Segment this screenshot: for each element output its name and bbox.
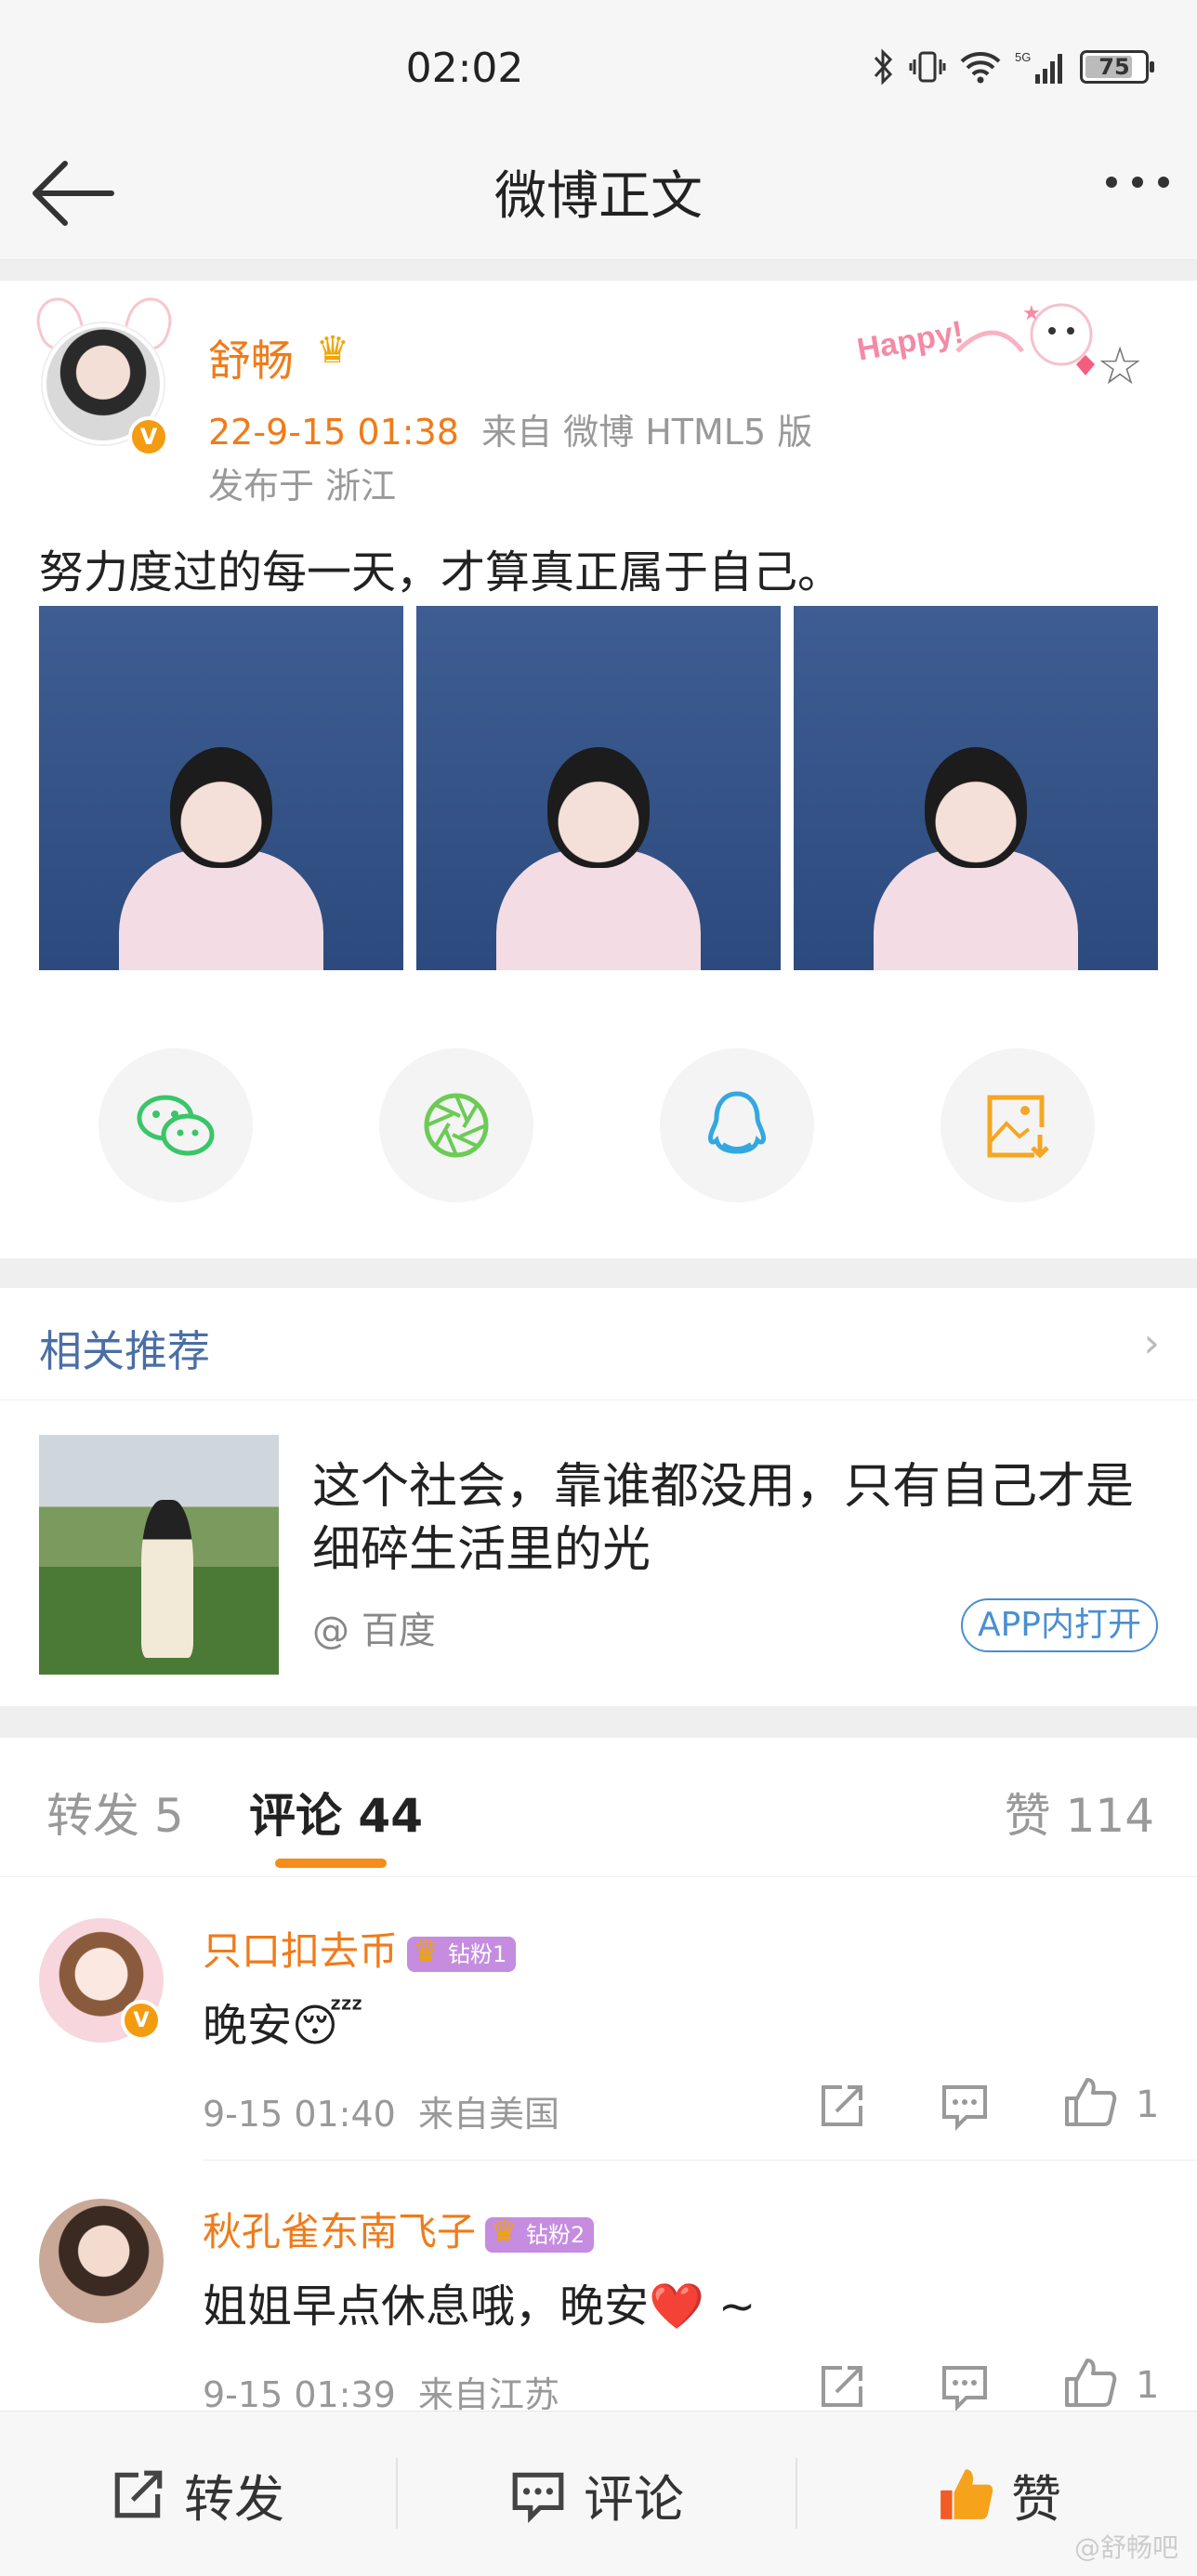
bottom-action-bar: 转发 评论 赞 [0, 2411, 1197, 2576]
like-comment-icon[interactable] [1061, 2074, 1117, 2130]
comment-button[interactable]: 评论 [509, 2412, 684, 2576]
post-photo[interactable] [416, 606, 781, 970]
watermark: @舒畅吧 [1073, 2532, 1178, 2563]
favorite-star-icon[interactable]: ☆ [1097, 336, 1143, 397]
related-thumbnail[interactable] [39, 1435, 279, 1675]
comment-text: 晚安😴 [203, 2000, 363, 2052]
post-photo[interactable] [39, 606, 403, 970]
tab-repost[interactable]: 转发 5 [46, 1779, 184, 1846]
repost-button[interactable]: 转发 [110, 2412, 284, 2576]
comment-icon [512, 2472, 564, 2523]
qq-icon [708, 1091, 766, 1154]
svg-text:5G: 5G [1015, 50, 1031, 64]
page-title: 微博正文 [494, 166, 703, 227]
related-text[interactable]: 这个社会，靠谁都没用，只有自己才是细碎生活里的光 [312, 1455, 1158, 1582]
chevron-right-icon[interactable]: › [1143, 1320, 1160, 1367]
save-image-icon [987, 1095, 1049, 1159]
thumbs-up-icon [940, 2469, 993, 2519]
vip-crown-icon: ♛ [316, 329, 349, 372]
comment-like-count: 1 [1136, 2083, 1160, 2126]
comment-like-count: 1 [1136, 2364, 1160, 2407]
comment-text: 姐姐早点休息哦，晚安❤️ ~ [203, 2280, 756, 2333]
reply-comment-icon[interactable] [937, 2359, 993, 2414]
battery-icon: 75 [1080, 50, 1154, 84]
status-bar: 02:02 5G 75 [0, 0, 1197, 139]
repost-icon [114, 2470, 163, 2518]
comment-label: 评论 [584, 2469, 684, 2529]
share-moments-button[interactable] [379, 1048, 533, 1203]
repost-comment-icon[interactable] [814, 2359, 870, 2414]
nav-bar: 微博正文 [0, 139, 1197, 260]
section-divider [0, 260, 1197, 281]
section-divider [0, 1258, 1197, 1288]
svg-text:Happy!: Happy! [855, 314, 966, 367]
post-meta: 22-9-15 01:38 来自 微博 HTML5 版 [208, 403, 812, 454]
vibrate-icon [909, 51, 946, 83]
fan-badge: 钻粉2 [485, 2214, 595, 2253]
comment-meta: 9-15 01:39 来自江苏 [203, 2374, 560, 2415]
verified-badge-icon: V [121, 2000, 162, 2041]
bluetooth-icon [874, 48, 893, 85]
verified-badge-icon: V [128, 416, 169, 457]
save-image-button[interactable] [940, 1048, 1095, 1203]
post-location: 发布于 浙江 [208, 466, 397, 506]
divider [396, 2458, 398, 2529]
status-time: 02:02 [405, 45, 524, 92]
status-icons: 5G 75 [872, 48, 1154, 85]
tab-comment[interactable]: 评论 44 [249, 1779, 423, 1846]
active-tab-indicator [275, 1859, 387, 1868]
comment-meta: 9-15 01:40 来自美国 [203, 2094, 560, 2135]
commenter-name[interactable]: 只口扣去币钻粉1 [203, 1920, 517, 1977]
commenter-avatar[interactable] [39, 2199, 164, 2323]
screen: 02:02 5G 75 微博正文 V 舒畅 ♛ 22-9-15 01:38 来自… [0, 0, 1197, 2576]
author-name[interactable]: 舒畅 [208, 327, 294, 388]
divider [203, 2160, 1197, 2161]
fan-badge: 钻粉1 [407, 1933, 517, 1972]
post-photo[interactable] [794, 606, 1158, 970]
more-options-icon[interactable] [1106, 177, 1169, 188]
happy-sticker-icon: Happy! ★ [855, 302, 1095, 375]
commenter-name[interactable]: 秋孔雀东南飞子钻粉2 [203, 2201, 595, 2257]
tab-like[interactable]: 赞 114 [1005, 1779, 1154, 1846]
post-content: 努力度过的每一天，才算真正属于自己。 [39, 546, 843, 598]
wifi-icon [960, 52, 1001, 84]
signal-icon: 5G [1015, 50, 1062, 84]
wechat-icon [137, 1095, 215, 1156]
share-qq-button[interactable] [660, 1048, 814, 1203]
reply-comment-icon[interactable] [937, 2078, 993, 2134]
share-wechat-button[interactable] [99, 1048, 253, 1203]
interaction-tabs: 转发 5 评论 44 赞 114 [0, 1738, 1197, 1877]
svg-text:★: ★ [1022, 302, 1041, 325]
divider [796, 2458, 797, 2529]
related-source: @ 百度 [312, 1610, 436, 1652]
author-avatar[interactable]: V [30, 291, 178, 457]
like-label: 赞 [1011, 2469, 1061, 2529]
like-comment-icon[interactable] [1061, 2355, 1117, 2411]
post-time: 22-9-15 01:38 [208, 412, 459, 453]
repost-comment-icon[interactable] [814, 2078, 870, 2134]
open-in-app-button[interactable]: APP内打开 [960, 1598, 1158, 1652]
repost-label: 转发 [184, 2469, 284, 2529]
related-title: 相关推荐 [39, 1326, 210, 1376]
section-divider [0, 1706, 1197, 1738]
moments-icon [424, 1093, 489, 1158]
like-button[interactable]: 赞 [937, 2412, 1061, 2576]
post-source: 来自 微博 HTML5 版 [481, 412, 813, 453]
